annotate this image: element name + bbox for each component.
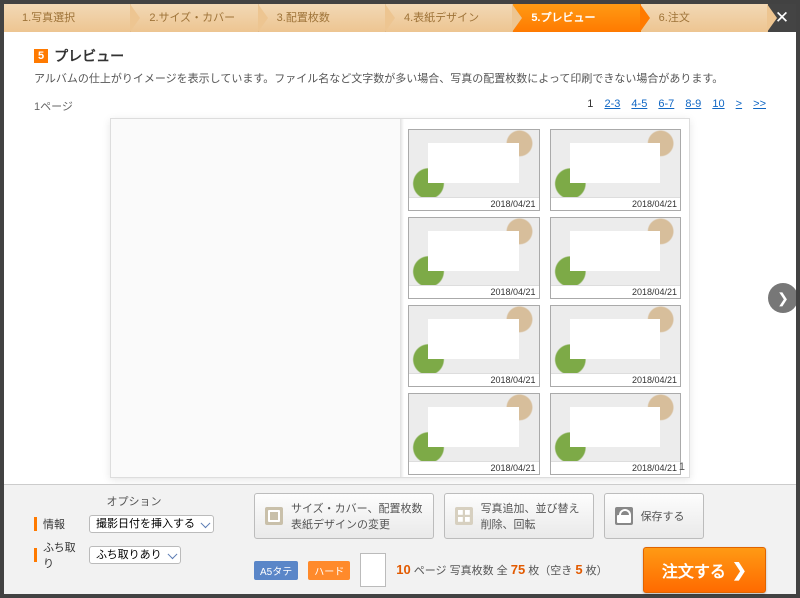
chevron-right-icon: ❯ (732, 560, 747, 581)
photo-cell[interactable]: 2018/04/21 (408, 305, 540, 387)
page-number: 1 (679, 461, 685, 473)
page-description: アルバムの仕上がりイメージを表示しています。ファイル名など文字数が多い場合、写真… (34, 70, 766, 86)
album-page-left (111, 119, 400, 477)
edit-photos-label: 写真追加、並び替え 削除、回転 (481, 500, 580, 532)
step-5[interactable]: 5.プレビュー (513, 4, 640, 32)
step-number-badge: 5 (34, 49, 48, 63)
page-link-10[interactable]: 10 (712, 98, 724, 110)
accent-bar (34, 548, 37, 562)
page-link-2-3[interactable]: 2-3 (604, 98, 620, 110)
photo-date: 2018/04/21 (409, 285, 539, 298)
page-title: プレビュー (54, 46, 124, 66)
step-1[interactable]: 1.写真選択 (4, 4, 131, 32)
chevron-right-icon: ❯ (777, 290, 789, 307)
step-3[interactable]: 3.配置枚数 (259, 4, 386, 32)
step-4[interactable]: 4.表紙デザイン (386, 4, 513, 32)
photo-date: 2018/04/21 (551, 197, 681, 210)
layout-icon (265, 507, 283, 525)
album-summary: 10 ページ 写真枚数 全 75 枚（空き 5 枚） (396, 562, 607, 578)
photo-cell[interactable]: 2018/04/21 (408, 217, 540, 299)
photo-cell[interactable]: 2018/04/21 (550, 217, 682, 299)
lock-icon (615, 507, 633, 525)
photo-cell[interactable]: 2018/04/21 (408, 129, 540, 211)
save-button[interactable]: 保存する (604, 493, 704, 539)
info-option-label: 情報 (43, 516, 83, 532)
page-link-4-5[interactable]: 4-5 (631, 98, 647, 110)
photo-cell[interactable]: 2018/04/21 (408, 393, 540, 475)
step-6[interactable]: 6.注文 (641, 4, 768, 32)
photo-date: 2018/04/21 (551, 373, 681, 386)
accent-bar (34, 517, 37, 531)
photo-date: 2018/04/21 (409, 197, 539, 210)
photo-cell[interactable]: 2018/04/21 (550, 393, 682, 475)
page-links: 1 2-3 4-5 6-7 8-9 10 > >> (579, 98, 766, 114)
wizard-stepbar: 1.写真選択 2.サイズ・カバー 3.配置枚数 4.表紙デザイン 5.プレビュー… (4, 4, 796, 32)
cover-tag: ハード (308, 561, 350, 580)
info-option-select[interactable]: 撮影日付を挿入する (89, 515, 214, 533)
next-page-arrow[interactable]: ❯ (768, 283, 796, 313)
size-tag: A5タテ (254, 561, 298, 580)
photo-date: 2018/04/21 (551, 285, 681, 298)
photo-cell[interactable]: 2018/04/21 (550, 305, 682, 387)
grid-icon (455, 507, 473, 525)
border-option-label: ふち取り (43, 539, 83, 571)
order-label: 注文する (662, 558, 726, 582)
album-page-right: 2018/04/21 2018/04/21 2018/04/21 2018/04… (400, 119, 689, 477)
page-link-next[interactable]: > (736, 98, 742, 110)
save-label: 保存する (641, 508, 685, 524)
edit-photos-button[interactable]: 写真追加、並び替え 削除、回転 (444, 493, 594, 539)
album-spread: 2018/04/21 2018/04/21 2018/04/21 2018/04… (110, 118, 690, 478)
change-design-label: サイズ・カバー、配置枚数 表紙デザインの変更 (291, 500, 423, 532)
page-link-current: 1 (587, 98, 593, 110)
page-link-6-7[interactable]: 6-7 (658, 98, 674, 110)
order-button[interactable]: 注文する ❯ (643, 547, 766, 593)
photo-date: 2018/04/21 (551, 461, 681, 474)
photo-date: 2018/04/21 (409, 373, 539, 386)
page-link-8-9[interactable]: 8-9 (685, 98, 701, 110)
step-2[interactable]: 2.サイズ・カバー (131, 4, 258, 32)
page-indicator-left: 1ページ (34, 98, 73, 114)
border-option-select[interactable]: ふち取りあり (89, 546, 181, 564)
change-design-button[interactable]: サイズ・カバー、配置枚数 表紙デザインの変更 (254, 493, 434, 539)
photo-date: 2018/04/21 (409, 461, 539, 474)
cover-thumb (360, 553, 386, 587)
page-link-last[interactable]: >> (753, 98, 766, 110)
options-header: オプション (34, 493, 234, 509)
photo-cell[interactable]: 2018/04/21 (550, 129, 682, 211)
